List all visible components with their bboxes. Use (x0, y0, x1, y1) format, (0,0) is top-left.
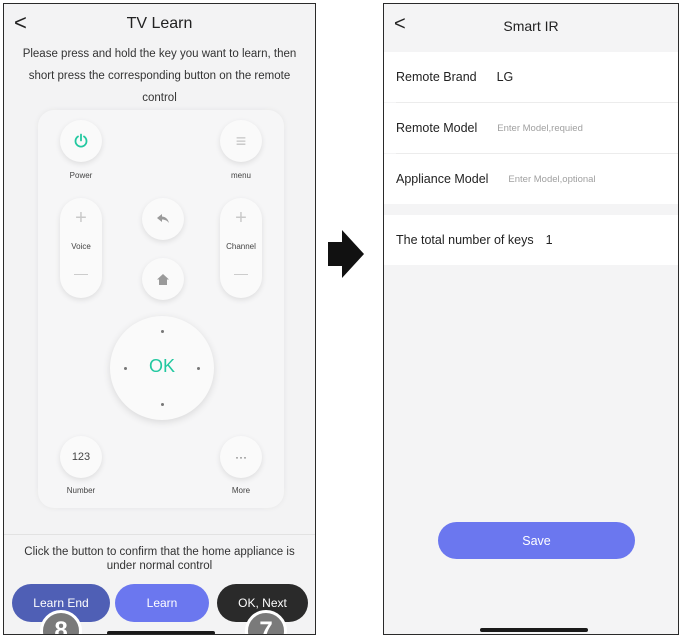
remote-brand-value: LG (496, 70, 514, 84)
channel-up-icon[interactable]: + (220, 208, 262, 228)
remote-control: Power ≡ menu + Voice — + Channel — OK 12… (38, 110, 284, 508)
power-icon (74, 133, 88, 148)
remote-brand-row[interactable]: Remote Brand LG (384, 52, 678, 102)
ok-button[interactable]: OK (110, 356, 214, 377)
home-icon (157, 273, 169, 285)
more-icon: ··· (235, 450, 247, 464)
menu-icon: ≡ (235, 130, 247, 151)
home-button[interactable] (142, 258, 184, 300)
smart-ir-screen: < Smart IR Remote Brand LG Remote Model … (383, 3, 679, 635)
learn-button[interactable]: Learn (115, 584, 209, 622)
confirm-text: Click the button to confirm that the hom… (24, 546, 295, 572)
total-keys-label: The total number of keys (396, 233, 534, 247)
power-label: Power (69, 171, 93, 180)
page-title: Smart IR (503, 18, 559, 34)
channel-rocker[interactable]: + Channel — (220, 198, 262, 298)
dpad[interactable]: OK (110, 316, 214, 420)
save-button[interactable]: Save (438, 522, 635, 559)
total-keys-row: The total number of keys 1 (384, 215, 678, 265)
divider (4, 534, 315, 535)
more-button[interactable]: ··· (220, 436, 262, 478)
remote-model-label: Remote Model (396, 121, 478, 135)
home-indicator (107, 631, 215, 634)
voice-label: Voice (71, 242, 91, 251)
nav-bar: < Smart IR (384, 4, 678, 48)
home-indicator (480, 628, 588, 632)
channel-label: Channel (226, 242, 256, 251)
menu-label: menu (230, 171, 251, 180)
number-button-text: 123 (71, 451, 91, 463)
number-label: Number (66, 486, 96, 495)
power-button[interactable] (60, 120, 102, 162)
appliance-model-input[interactable]: Enter Model,optional (508, 174, 595, 185)
flow-arrow (326, 228, 366, 280)
channel-down-icon[interactable]: — (220, 266, 262, 280)
dpad-down[interactable] (161, 403, 164, 406)
nav-bar: < TV Learn (4, 4, 315, 44)
right-arrow-icon (328, 230, 364, 278)
tv-learn-screen: < TV Learn Please press and hold the key… (3, 3, 316, 635)
menu-button[interactable]: ≡ (220, 120, 262, 162)
volume-up-icon[interactable]: + (60, 208, 102, 228)
return-icon (157, 214, 169, 223)
remote-brand-label: Remote Brand (396, 70, 477, 84)
voice-rocker[interactable]: + Voice — (60, 198, 102, 298)
page-title: TV Learn (126, 15, 193, 32)
number-button[interactable]: 123 (60, 436, 102, 478)
total-keys-value: 1 (545, 233, 553, 247)
more-label: More (231, 486, 251, 495)
volume-down-icon[interactable]: — (60, 266, 102, 280)
appliance-model-row[interactable]: Appliance Model Enter Model,optional (384, 154, 678, 204)
appliance-model-label: Appliance Model (396, 172, 489, 186)
instruction-text: Please press and hold the key you want t… (22, 48, 297, 104)
remote-model-row[interactable]: Remote Model Enter Model,requied (384, 103, 678, 153)
remote-model-input[interactable]: Enter Model,requied (497, 123, 583, 134)
dpad-up[interactable] (161, 330, 164, 333)
return-button[interactable] (142, 198, 184, 240)
